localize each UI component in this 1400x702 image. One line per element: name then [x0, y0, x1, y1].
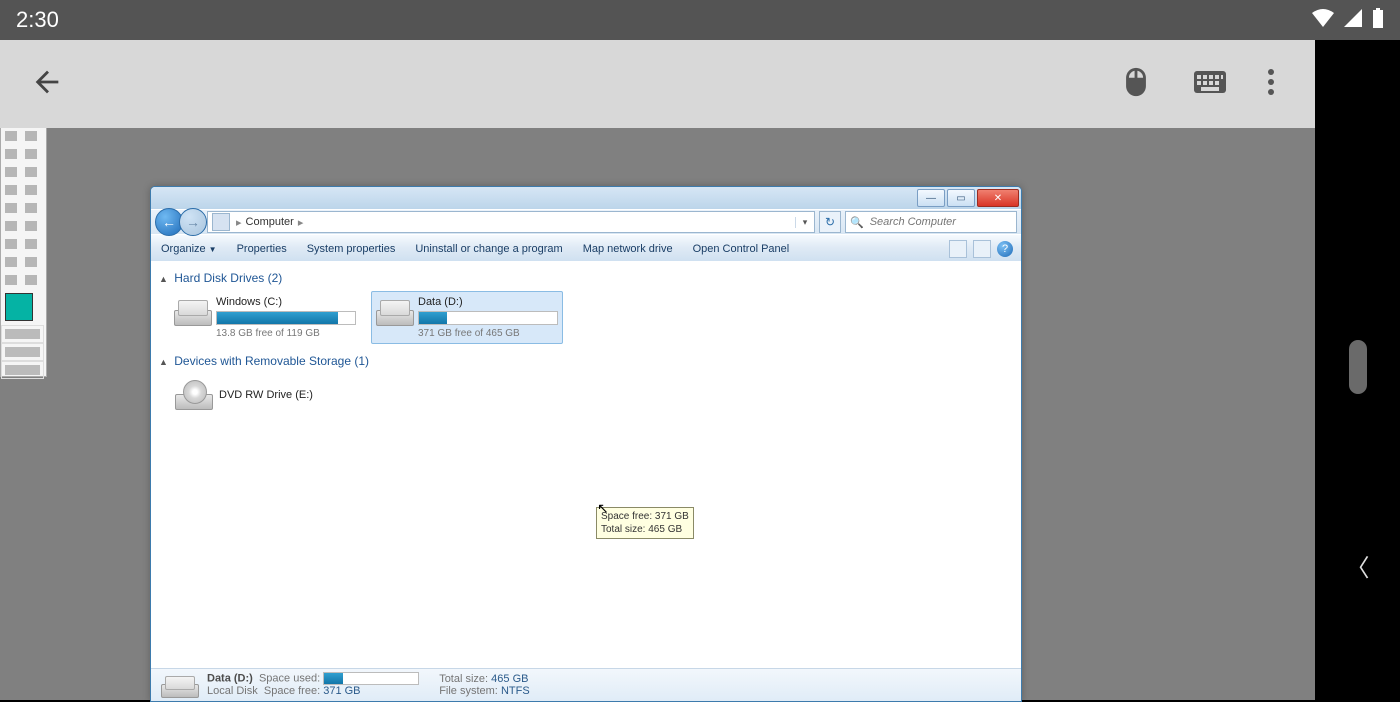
details-space-free: 371 GB	[323, 685, 360, 697]
tool-icon[interactable]	[1, 127, 21, 145]
color-swatch[interactable]	[5, 293, 33, 321]
tooltip-space-free: Space free: 371 GB	[601, 510, 689, 523]
tooltip-total-size: Total size: 465 GB	[601, 523, 689, 536]
drive-d-free-text: 371 GB free of 465 GB	[418, 328, 558, 339]
tool-icon[interactable]	[1, 235, 21, 253]
app-back-button[interactable]	[30, 65, 64, 104]
tool-icon[interactable]	[1, 181, 21, 199]
battery-icon	[1372, 8, 1384, 33]
maximize-button[interactable]: ▭	[947, 189, 975, 207]
hdd-icon	[161, 672, 197, 698]
tool-icon[interactable]	[21, 217, 41, 235]
mouse-mode-button[interactable]	[1119, 65, 1153, 104]
drive-c[interactable]: Windows (C:) 13.8 GB free of 119 GB	[169, 291, 361, 344]
cmd-control-panel[interactable]: Open Control Panel	[683, 243, 800, 255]
nav-back-chevron-icon[interactable]: 〈	[1346, 548, 1370, 583]
details-filesystem: NTFS	[501, 685, 530, 697]
tool-row[interactable]	[1, 325, 44, 343]
drive-c-usage-bar	[216, 311, 356, 325]
details-type: Local Disk	[207, 685, 258, 697]
cmd-uninstall[interactable]: Uninstall or change a program	[405, 243, 572, 255]
tool-icon[interactable]	[21, 235, 41, 253]
address-bar[interactable]: ▸ Computer ▸ ▾	[207, 211, 815, 233]
tool-icon[interactable]	[21, 145, 41, 163]
details-pane: Data (D:) Space used: Local Disk Space f…	[151, 668, 1021, 701]
address-dropdown[interactable]: ▾	[795, 217, 814, 228]
overflow-menu-button[interactable]	[1267, 67, 1275, 102]
tool-icon[interactable]	[1, 253, 21, 271]
close-button[interactable]: ✕	[977, 189, 1019, 207]
signal-icon	[1344, 9, 1362, 32]
tool-icon[interactable]	[1, 217, 21, 235]
tool-icon[interactable]	[1, 271, 21, 289]
computer-icon	[212, 213, 230, 231]
collapse-icon: ▲	[159, 274, 168, 284]
android-status-bar: 2:30	[0, 0, 1400, 40]
bgapp-toolbox	[0, 90, 47, 377]
explorer-content: ▲ Hard Disk Drives (2) Windows (C:) 13.8…	[151, 261, 1021, 669]
collapse-icon: ▲	[159, 357, 168, 367]
details-total-size: 465 GB	[491, 673, 528, 685]
command-bar: Organize▼ Properties System properties U…	[151, 234, 1021, 264]
hdd-icon	[376, 296, 412, 326]
drive-d-label: Data (D:)	[418, 296, 558, 308]
window-titlebar[interactable]: — ▭ ✕	[151, 187, 1021, 209]
explorer-window: — ▭ ✕ ← → ▸ Computer ▸ ▾ ↻ 🔍 Organize▼ P…	[150, 186, 1022, 702]
tool-icon[interactable]	[21, 253, 41, 271]
nav-home-pill[interactable]	[1349, 340, 1367, 394]
search-icon: 🔍	[850, 216, 864, 229]
tool-icon[interactable]	[21, 181, 41, 199]
hdd-icon	[174, 296, 210, 326]
tool-icon[interactable]	[1, 163, 21, 181]
search-input[interactable]	[868, 215, 1016, 229]
details-usage-bar	[323, 672, 419, 685]
tool-icon[interactable]	[21, 199, 41, 217]
dvd-icon	[175, 380, 211, 410]
tool-icon[interactable]	[1, 145, 21, 163]
explorer-navbar: ← → ▸ Computer ▸ ▾ ↻ 🔍	[151, 209, 1021, 234]
minimize-button[interactable]: —	[917, 189, 945, 207]
tool-icon[interactable]	[21, 127, 41, 145]
group-removable-storage[interactable]: ▲ Devices with Removable Storage (1)	[159, 354, 1013, 368]
tool-icon[interactable]	[21, 163, 41, 181]
breadcrumb-sep: ▸	[234, 216, 244, 229]
cmd-organize[interactable]: Organize▼	[151, 243, 227, 255]
group-hard-disk-drives[interactable]: ▲ Hard Disk Drives (2)	[159, 271, 1013, 285]
drive-d[interactable]: Data (D:) 371 GB free of 465 GB	[371, 291, 563, 344]
keyboard-button[interactable]	[1193, 70, 1227, 99]
search-box[interactable]: 🔍	[845, 211, 1017, 233]
tool-row[interactable]	[1, 343, 44, 361]
device-dvd-label: DVD RW Drive (E:)	[219, 389, 313, 401]
details-title: Data (D:)	[207, 673, 253, 685]
breadcrumb-computer[interactable]: Computer	[244, 216, 296, 228]
tool-icon[interactable]	[1, 199, 21, 217]
view-options-button[interactable]	[949, 240, 967, 258]
status-time: 2:30	[16, 7, 59, 33]
help-button[interactable]: ?	[997, 241, 1013, 257]
preview-pane-button[interactable]	[973, 240, 991, 258]
breadcrumb-sep: ▸	[296, 216, 306, 229]
tool-row[interactable]	[1, 361, 44, 379]
drive-c-label: Windows (C:)	[216, 296, 356, 308]
refresh-button[interactable]: ↻	[819, 211, 841, 233]
android-nav-rail: 〈	[1315, 40, 1400, 700]
cmd-map-drive[interactable]: Map network drive	[573, 243, 683, 255]
app-toolbar	[0, 40, 1315, 128]
wifi-icon	[1312, 9, 1334, 32]
drive-c-free-text: 13.8 GB free of 119 GB	[216, 328, 356, 339]
tool-icon[interactable]	[21, 271, 41, 289]
nav-forward-button[interactable]: →	[179, 208, 207, 236]
cmd-properties[interactable]: Properties	[227, 243, 297, 255]
drive-d-usage-bar	[418, 311, 558, 325]
cmd-system-properties[interactable]: System properties	[297, 243, 406, 255]
device-dvd[interactable]: DVD RW Drive (E:)	[169, 374, 1013, 416]
drive-tooltip: Space free: 371 GB Total size: 465 GB	[596, 507, 694, 539]
